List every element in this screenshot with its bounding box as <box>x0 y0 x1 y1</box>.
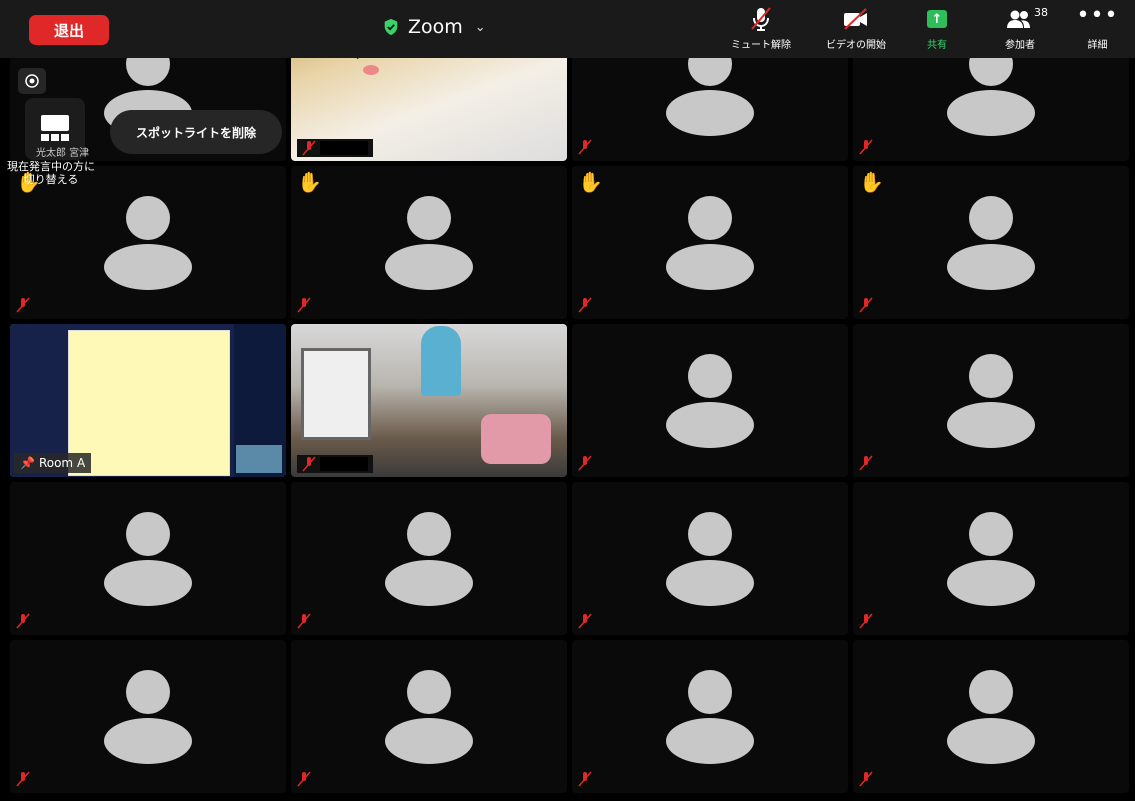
avatar-placeholder <box>947 195 1035 290</box>
mic-muted-icon <box>297 297 311 313</box>
mic-muted-icon <box>302 456 316 472</box>
mic-muted-icon <box>302 140 316 156</box>
app-title: Zoom <box>408 16 463 38</box>
mic-muted-icon <box>578 771 592 787</box>
avatar-placeholder <box>385 511 473 606</box>
mic-muted-icon <box>748 4 774 34</box>
participant-video-tile[interactable] <box>291 324 567 477</box>
mic-muted-icon <box>16 771 30 787</box>
video-thumbnail <box>236 445 282 473</box>
pin-icon: 📌 <box>20 456 35 470</box>
participants-icon: 38 <box>1005 4 1048 34</box>
participant-tile[interactable]: ✋ <box>291 166 567 319</box>
participant-tile[interactable] <box>853 482 1129 635</box>
avatar-placeholder <box>947 669 1035 764</box>
mic-muted-icon <box>859 139 873 155</box>
more-dots-icon: ••• <box>1076 3 1119 28</box>
mic-muted-icon <box>859 297 873 313</box>
shared-document <box>68 330 230 476</box>
mic-muted-icon <box>297 771 311 787</box>
participant-tile[interactable]: ✋ <box>572 166 848 319</box>
participant-tile[interactable] <box>291 482 567 635</box>
participant-tile[interactable]: ✋ <box>10 166 286 319</box>
unmute-label: ミュート解除 <box>731 40 791 51</box>
avatar-placeholder <box>666 353 754 448</box>
more-label: 詳細 <box>1087 40 1108 51</box>
raised-hand-icon: ✋ <box>297 170 322 194</box>
avatar-placeholder <box>104 669 192 764</box>
mic-muted-icon <box>578 139 592 155</box>
participant-tile[interactable]: ✋ <box>853 166 1129 319</box>
participant-tile[interactable] <box>572 482 848 635</box>
avatar-placeholder <box>666 511 754 606</box>
participant-tile[interactable] <box>572 324 848 477</box>
meeting-title[interactable]: Zoom ⌄ <box>382 13 486 41</box>
participants-button[interactable]: 38 参加者 <box>990 4 1050 56</box>
unmute-button[interactable]: ミュート解除 <box>722 4 800 56</box>
avatar-placeholder <box>666 669 754 764</box>
share-label: 共有 <box>927 40 947 51</box>
remove-spotlight-button[interactable]: スポットライトを削除 <box>110 110 282 154</box>
room-label: 📌 Room A <box>14 453 92 473</box>
video-off-icon <box>841 4 871 34</box>
mic-muted-icon <box>16 613 30 629</box>
share-arrow-icon: ↑ <box>927 10 947 28</box>
participant-tile[interactable] <box>10 482 286 635</box>
mic-muted-icon <box>16 297 30 313</box>
name-tag <box>297 139 373 157</box>
more-button[interactable]: ••• 詳細 <box>1070 4 1125 56</box>
shield-check-icon <box>384 18 398 36</box>
chevron-down-icon: ⌄ <box>474 19 486 35</box>
avatar-placeholder <box>104 195 192 290</box>
name-tag <box>297 455 373 473</box>
switch-speaker-label: 現在発言中の方に切り替える <box>7 160 95 187</box>
whiteboard-scene <box>301 348 371 440</box>
avatar-placeholder <box>385 195 473 290</box>
participant-tile[interactable] <box>572 640 848 793</box>
avatar-placeholder <box>385 669 473 764</box>
active-speaker-layout-icon <box>41 115 69 141</box>
share-button[interactable]: ↑ 共有 <box>912 4 962 56</box>
mic-muted-icon <box>859 613 873 629</box>
mic-muted-icon <box>859 771 873 787</box>
leave-button[interactable]: 退出 <box>29 15 109 45</box>
mic-muted-icon <box>297 613 311 629</box>
start-video-button[interactable]: ビデオの開始 <box>810 4 902 56</box>
avatar-placeholder <box>947 511 1035 606</box>
participant-name: 光太郎 宮津 <box>36 148 90 159</box>
participants-count: 38 <box>1034 6 1048 19</box>
participants-label: 参加者 <box>1005 40 1035 51</box>
participant-tile[interactable] <box>853 324 1129 477</box>
avatar-placeholder <box>666 195 754 290</box>
plush-toy <box>481 414 551 464</box>
avatar-placeholder <box>104 511 192 606</box>
doll-figure <box>421 326 461 396</box>
raised-hand-icon: ✋ <box>859 170 884 194</box>
start-video-label: ビデオの開始 <box>826 40 886 51</box>
participant-tile[interactable] <box>853 640 1129 793</box>
mic-muted-icon <box>859 455 873 471</box>
participant-tile[interactable] <box>291 640 567 793</box>
mic-muted-icon <box>578 297 592 313</box>
room-a-share-tile[interactable]: 📌 Room A <box>10 324 286 477</box>
mic-muted-icon <box>578 455 592 471</box>
camera-toggle-button[interactable] <box>18 68 46 94</box>
camera-icon <box>25 74 39 88</box>
meeting-toolbar: 退出 Zoom ⌄ ミュート解除 ビデオの開始 ↑ 共有 38 参加者 ••• … <box>0 0 1135 58</box>
participant-tile[interactable] <box>10 640 286 793</box>
mic-muted-icon <box>578 613 592 629</box>
raised-hand-icon: ✋ <box>578 170 603 194</box>
avatar-placeholder <box>947 353 1035 448</box>
